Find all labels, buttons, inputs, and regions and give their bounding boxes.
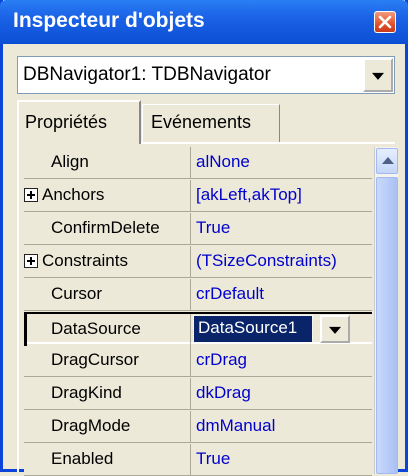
property-value[interactable]: (TSizeConstraints) <box>196 251 337 271</box>
tab-events-label: Evénements <box>151 112 252 132</box>
property-grid: Align alNone Anchors [akLeft,akTop] ConfirmD… <box>17 142 398 476</box>
property-name: DataSource <box>51 319 141 338</box>
property-name: Cursor <box>51 284 103 303</box>
property-value[interactable]: [akLeft,akTop] <box>196 185 302 205</box>
property-name: DragKind <box>51 383 122 402</box>
property-value[interactable]: alNone <box>196 152 250 172</box>
expand-plus-icon[interactable] <box>24 254 38 268</box>
title-bar[interactable]: Inspecteur d'objets <box>0 0 408 44</box>
property-row-constraints[interactable]: Constraints (TSizeConstraints) <box>24 246 372 278</box>
close-button[interactable] <box>374 11 396 33</box>
property-name-cell[interactable]: Anchors <box>24 180 191 212</box>
property-name: DragCursor <box>51 350 139 369</box>
property-value[interactable]: dmManual <box>196 416 275 436</box>
property-name: Enabled <box>51 449 114 468</box>
property-name-cell[interactable]: Enabled <box>24 444 191 476</box>
property-name-cell[interactable]: Align <box>24 147 191 179</box>
property-row-dragkind[interactable]: DragKind dkDrag <box>24 378 372 410</box>
tab-properties-label: Propriétés <box>25 112 108 132</box>
chevron-down-icon <box>329 326 341 334</box>
property-row-datasource[interactable]: DataSource DataSource1 <box>24 312 372 346</box>
vertical-scrollbar[interactable] <box>374 147 398 474</box>
object-selector-combobox[interactable]: DBNavigator1: TDBNavigator <box>17 56 395 94</box>
property-name-cell[interactable]: DragMode <box>24 411 191 443</box>
expand-plus-icon[interactable] <box>24 188 38 202</box>
property-row-cursor[interactable]: Cursor crDefault <box>24 279 372 311</box>
property-name: Constraints <box>42 251 128 270</box>
property-value[interactable]: True <box>196 449 230 469</box>
property-row-enabled[interactable]: Enabled True <box>24 444 372 476</box>
property-value[interactable]: crDefault <box>196 284 264 304</box>
property-name-cell[interactable]: DragCursor <box>24 345 191 377</box>
chevron-down-icon <box>372 72 384 80</box>
tab-properties[interactable]: Propriétés <box>17 100 141 144</box>
property-name: Anchors <box>42 185 105 204</box>
property-row-dragcursor[interactable]: DragCursor crDrag <box>24 345 372 377</box>
property-value[interactable]: crDrag <box>196 350 247 370</box>
property-name-cell[interactable]: Cursor <box>24 279 191 311</box>
scroll-thumb[interactable] <box>376 177 398 474</box>
property-name-cell[interactable]: ConfirmDelete <box>24 213 191 245</box>
object-selector-value: DBNavigator1: TDBNavigator <box>23 64 271 85</box>
property-value[interactable]: dkDrag <box>196 383 251 403</box>
property-name: Align <box>51 152 89 171</box>
property-name: DragMode <box>51 416 131 435</box>
property-row-confirmdelete[interactable]: ConfirmDelete True <box>24 213 372 245</box>
object-inspector-window: Inspecteur d'objets DBNavigator1: TDBNav… <box>0 0 408 476</box>
scroll-up-button[interactable] <box>376 148 398 174</box>
property-row-dragmode[interactable]: DragMode dmManual <box>24 411 372 443</box>
property-row-align[interactable]: Align alNone <box>24 147 372 179</box>
window-title: Inspecteur d'objets <box>13 9 205 32</box>
property-value-editor[interactable]: DataSource1 <box>193 315 313 343</box>
property-value-dropdown-button[interactable] <box>320 315 350 343</box>
property-name: ConfirmDelete <box>51 218 160 237</box>
tab-events[interactable]: Evénements <box>142 104 280 142</box>
property-grid-body: Align alNone Anchors [akLeft,akTop] ConfirmD… <box>24 147 398 476</box>
chevron-up-icon <box>382 157 394 164</box>
property-name-cell[interactable]: DataSource <box>24 314 191 346</box>
property-name-cell[interactable]: DragKind <box>24 378 191 410</box>
close-icon <box>378 15 392 29</box>
property-value[interactable]: True <box>196 218 230 238</box>
property-row-anchors[interactable]: Anchors [akLeft,akTop] <box>24 180 372 212</box>
property-name-cell[interactable]: Constraints <box>24 246 191 278</box>
object-selector-dropdown-button[interactable] <box>363 58 393 92</box>
